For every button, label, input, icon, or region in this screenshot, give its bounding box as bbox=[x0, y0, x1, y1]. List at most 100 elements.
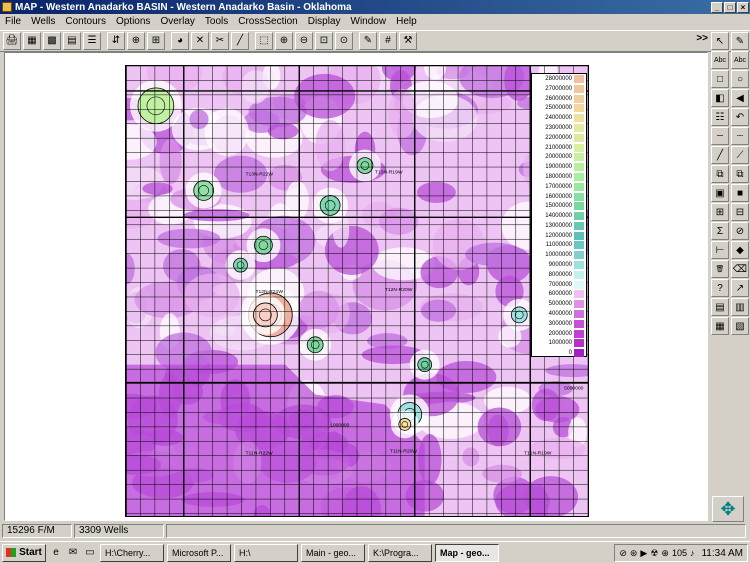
tray-icon-2[interactable]: ⊛ bbox=[630, 548, 638, 559]
close-button[interactable]: × bbox=[737, 1, 749, 13]
measure-icon[interactable]: ✂ bbox=[211, 32, 229, 50]
menu-window[interactable]: Window bbox=[346, 16, 392, 27]
legend-swatch bbox=[574, 270, 584, 279]
polyline-icon[interactable]: ⟋ bbox=[731, 146, 749, 164]
status-bar: 15296 F/M 3309 Wells bbox=[0, 523, 750, 539]
arrow-icon[interactable]: ◀ bbox=[731, 89, 749, 107]
text-box-icon[interactable]: Abc bbox=[731, 51, 749, 69]
tray-icon-4[interactable]: ☢ bbox=[650, 548, 658, 559]
color-patch bbox=[184, 273, 240, 318]
color-patch bbox=[157, 228, 221, 249]
hotspot bbox=[356, 157, 374, 174]
menu-contours[interactable]: Contours bbox=[60, 16, 111, 27]
menu-wells[interactable]: Wells bbox=[26, 16, 60, 27]
maximize-button[interactable]: □ bbox=[724, 1, 736, 13]
fill-icon[interactable]: ◧ bbox=[711, 89, 729, 107]
task-button[interactable]: H:\Cherry... bbox=[100, 543, 164, 562]
status-field-wells: 3309 Wells bbox=[74, 524, 164, 538]
pencil-icon[interactable]: ✎ bbox=[359, 32, 377, 50]
volume-icon[interactable]: ♪ bbox=[690, 548, 695, 558]
zoom-window-icon[interactable]: ⊡ bbox=[315, 32, 333, 50]
task-button[interactable]: Microsoft P... bbox=[167, 543, 231, 562]
menu-file[interactable]: File bbox=[0, 16, 26, 27]
grid-toggle-icon[interactable]: # bbox=[379, 32, 397, 50]
box-red-icon[interactable]: ▣ bbox=[711, 184, 729, 202]
layer-icon[interactable]: ▤ bbox=[711, 298, 729, 316]
shape-icon[interactable]: ◆ bbox=[731, 241, 749, 259]
section-icon[interactable]: ⊞ bbox=[147, 32, 165, 50]
copy-icon[interactable]: ⧉ bbox=[711, 165, 729, 183]
contour-map[interactable]: T13N-R22W T13N-R19W T12N-R21W T12N-R20W T11N… bbox=[125, 65, 589, 517]
print-icon[interactable]: 🖨 bbox=[3, 32, 21, 50]
menu-crosssection[interactable]: CrossSection bbox=[233, 16, 302, 27]
pointer-help-icon[interactable]: ↗ bbox=[731, 279, 749, 297]
ruler-icon[interactable]: ⊢ bbox=[711, 241, 729, 259]
legend-row: 23000000 bbox=[532, 123, 588, 132]
contour-map-icon[interactable]: ▦ bbox=[23, 32, 41, 50]
status-field-measure: 15296 F/M bbox=[2, 524, 72, 538]
grid-map-icon[interactable]: ▤ bbox=[63, 32, 81, 50]
map-canvas-area[interactable]: T13N-R22W T13N-R19W T12N-R21W T12N-R20W T11N… bbox=[4, 52, 708, 521]
layer-add-icon[interactable]: ▥ bbox=[731, 298, 749, 316]
group-icon[interactable]: ⊞ bbox=[711, 203, 729, 221]
legend-swatch bbox=[574, 192, 584, 201]
sigma-icon[interactable]: Σ bbox=[711, 222, 729, 240]
line-icon[interactable]: ╱ bbox=[231, 32, 249, 50]
ie-icon[interactable]: e bbox=[49, 546, 63, 560]
cross-icon[interactable]: ✕ bbox=[191, 32, 209, 50]
zoom-in-icon[interactable]: ⊕ bbox=[275, 32, 293, 50]
menu-help[interactable]: Help bbox=[391, 16, 422, 27]
dotted-line-icon[interactable]: ┈ bbox=[731, 127, 749, 145]
text-icon[interactable]: Abc bbox=[711, 51, 729, 69]
menu-tools[interactable]: Tools bbox=[200, 16, 233, 27]
tray-icon-1[interactable]: ⊘ bbox=[619, 548, 627, 559]
rectangle-icon[interactable]: □ bbox=[711, 70, 729, 88]
legend-swatch bbox=[574, 251, 584, 260]
erase-icon[interactable]: ⌫ bbox=[731, 260, 749, 278]
posting-icon[interactable]: ⇵ bbox=[107, 32, 125, 50]
menu-overlay[interactable]: Overlay bbox=[155, 16, 199, 27]
paste-icon[interactable]: ⧉ bbox=[731, 165, 749, 183]
tools-icon[interactable]: ⚒ bbox=[399, 32, 417, 50]
well-list-icon[interactable]: ☰ bbox=[83, 32, 101, 50]
delete-icon[interactable]: 🗑 bbox=[711, 260, 729, 278]
desktop-icon[interactable]: ▭ bbox=[83, 546, 97, 560]
toolbar: 🖨 ▦ ▩ ▤ ☰ ⇵ ⊕ ⊞ ◕ ✕ ✂ ╱ ⬚ ⊕ ⊖ ⊡ ⊙ ✎ # ⚒ >> bbox=[0, 30, 750, 52]
load-layer-icon[interactable]: ▧ bbox=[731, 317, 749, 335]
menu-options[interactable]: Options bbox=[111, 16, 155, 27]
task-button[interactable]: K:\Progra... bbox=[368, 543, 432, 562]
pen-icon[interactable]: ✎ bbox=[731, 32, 749, 50]
start-button[interactable]: Start bbox=[2, 543, 46, 562]
tray-icon-5[interactable]: ⊕ bbox=[661, 548, 669, 559]
outlook-icon[interactable]: ✉ bbox=[66, 546, 80, 560]
color-patch bbox=[486, 246, 526, 266]
legend-row: 6000000 bbox=[532, 290, 588, 299]
task-button[interactable]: Map - geo... bbox=[435, 543, 499, 562]
line-tool-icon[interactable]: ╱ bbox=[711, 146, 729, 164]
dash-line-icon[interactable]: ┄ bbox=[711, 127, 729, 145]
help-icon[interactable]: ? bbox=[711, 279, 729, 297]
legend-swatch bbox=[574, 75, 584, 83]
tray-icon-3[interactable]: ▶ bbox=[640, 548, 647, 559]
circle-icon[interactable]: ○ bbox=[731, 70, 749, 88]
no-icon[interactable]: ⊘ bbox=[731, 222, 749, 240]
save-layer-icon[interactable]: ▦ bbox=[711, 317, 729, 335]
zoom-extent-icon[interactable]: ⊙ bbox=[335, 32, 353, 50]
minimize-button[interactable]: _ bbox=[711, 1, 723, 13]
toolbar-overflow-button[interactable]: >> bbox=[696, 33, 708, 44]
pan-arrows-icon[interactable]: ✥ bbox=[712, 496, 744, 522]
pie-icon[interactable]: ◕ bbox=[171, 32, 189, 50]
legend-row: 9000000 bbox=[532, 261, 588, 270]
undo-icon[interactable]: ↶ bbox=[731, 108, 749, 126]
well-symbol-icon[interactable]: ⊕ bbox=[127, 32, 145, 50]
box-fill-icon[interactable]: ■ bbox=[731, 184, 749, 202]
task-button[interactable]: Main - geo... bbox=[301, 543, 365, 562]
color-grid-icon[interactable]: ▩ bbox=[43, 32, 61, 50]
zoom-out-icon[interactable]: ⊖ bbox=[295, 32, 313, 50]
ungroup-icon[interactable]: ⊟ bbox=[731, 203, 749, 221]
select-box-icon[interactable]: ⬚ bbox=[255, 32, 273, 50]
select-arrow-icon[interactable]: ↖ bbox=[711, 32, 729, 50]
list-icon[interactable]: ☷ bbox=[711, 108, 729, 126]
task-button[interactable]: H:\ bbox=[234, 543, 298, 562]
menu-display[interactable]: Display bbox=[303, 16, 346, 27]
